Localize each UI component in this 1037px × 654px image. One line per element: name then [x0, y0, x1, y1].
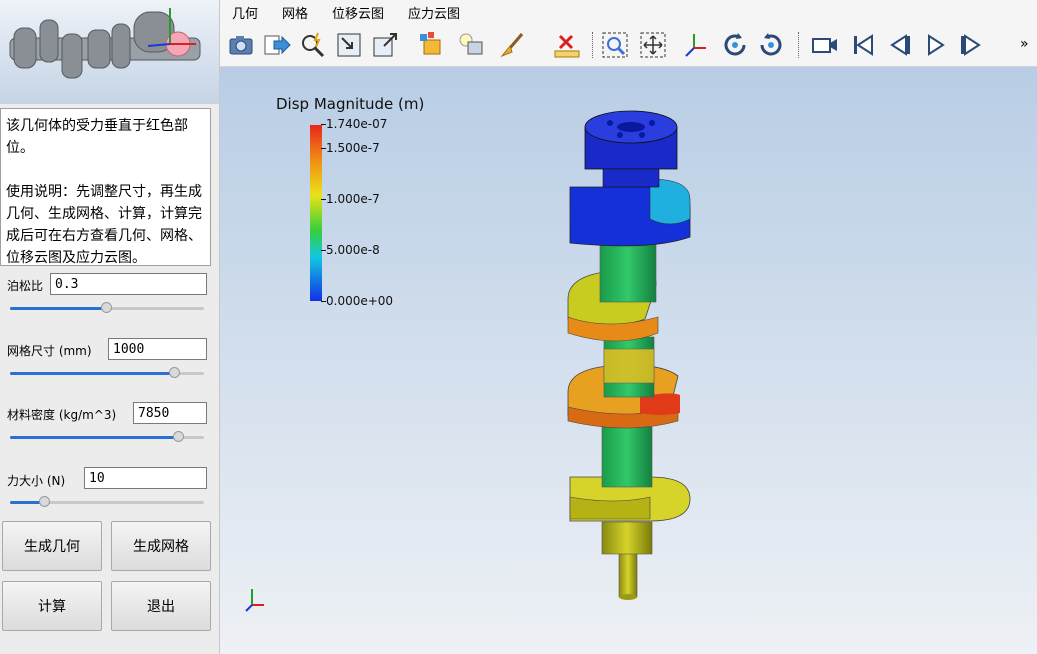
mesh-size-input[interactable] [108, 338, 207, 360]
poisson-ratio-slider[interactable] [10, 301, 204, 315]
mesh-size-slider[interactable] [10, 366, 204, 380]
menu-displacement[interactable]: 位移云图 [320, 3, 396, 22]
instructions-box: 该几何体的受力垂直于红色部位。 使用说明：先调整尺寸，再生成几何、生成网格、计算… [0, 108, 211, 266]
force-input[interactable] [84, 467, 207, 489]
axes-icon[interactable] [682, 30, 712, 60]
first-frame-icon[interactable] [848, 30, 878, 60]
zoom-pick-icon[interactable] [298, 30, 328, 60]
crankshaft-model [245, 110, 691, 612]
force-label: 力大小 (N) [7, 474, 66, 488]
slider-handle[interactable] [101, 302, 112, 313]
play-icon[interactable] [920, 30, 950, 60]
menu-stress[interactable]: 应力云图 [396, 3, 472, 22]
control-panel: 该几何体的受力垂直于红色部位。 使用说明：先调整尺寸，再生成几何、生成网格、计算… [0, 0, 220, 654]
poisson-ratio-input[interactable] [50, 273, 207, 295]
maximize-icon[interactable] [370, 30, 400, 60]
poisson-ratio-label: 泊松比 [7, 279, 44, 293]
clear-icon[interactable] [498, 30, 528, 60]
rotate-cw-icon[interactable] [720, 30, 750, 60]
toolbar-separator [592, 32, 593, 58]
geometry-thumbnail [0, 0, 219, 104]
zoom-box-icon[interactable] [600, 30, 630, 60]
toolbar-separator [798, 32, 799, 58]
density-input[interactable] [133, 402, 207, 424]
density-label: 材料密度 (kg/m^3) [7, 408, 117, 422]
compute-button[interactable]: 计算 [2, 581, 102, 631]
slider-handle[interactable] [168, 367, 180, 378]
slider-handle[interactable] [38, 496, 50, 507]
fit-view-icon[interactable] [334, 30, 364, 60]
next-frame-icon[interactable] [956, 30, 986, 60]
usage-instructions: 使用说明：先调整尺寸，再生成几何、生成网格、计算，计算完成后可在右方查看几何、网… [6, 184, 202, 266]
menu-geometry[interactable]: 几何 [220, 3, 270, 22]
mesh-size-label: 网格尺寸 (mm) [7, 344, 92, 358]
toolbar: » [220, 24, 1037, 67]
density-slider[interactable] [10, 430, 204, 444]
render-viewport[interactable]: Disp Magnitude (m) 1.740e-07 1.500e-7 1.… [220, 67, 1037, 654]
video-icon[interactable] [810, 30, 840, 60]
prev-frame-icon[interactable] [884, 30, 914, 60]
light-icon[interactable] [456, 30, 486, 60]
export-icon[interactable] [262, 30, 292, 60]
force-slider[interactable] [10, 495, 204, 509]
force-description: 该几何体的受力垂直于红色部位。 [6, 118, 188, 156]
exit-button[interactable]: 退出 [111, 581, 211, 631]
camera-icon[interactable] [226, 30, 256, 60]
pan-icon[interactable] [638, 30, 668, 60]
menu-mesh[interactable]: 网格 [270, 3, 320, 22]
generate-geometry-button[interactable]: 生成几何 [2, 521, 102, 571]
box-color-icon[interactable] [416, 30, 446, 60]
ruler-icon[interactable] [552, 30, 582, 60]
menu-bar: 几何 网格 位移云图 应力云图 [220, 0, 1037, 24]
slider-handle[interactable] [172, 431, 184, 442]
rotate-ccw-icon[interactable] [756, 30, 786, 60]
toolbar-overflow-button[interactable]: » [1020, 36, 1029, 52]
generate-mesh-button[interactable]: 生成网格 [111, 521, 211, 571]
